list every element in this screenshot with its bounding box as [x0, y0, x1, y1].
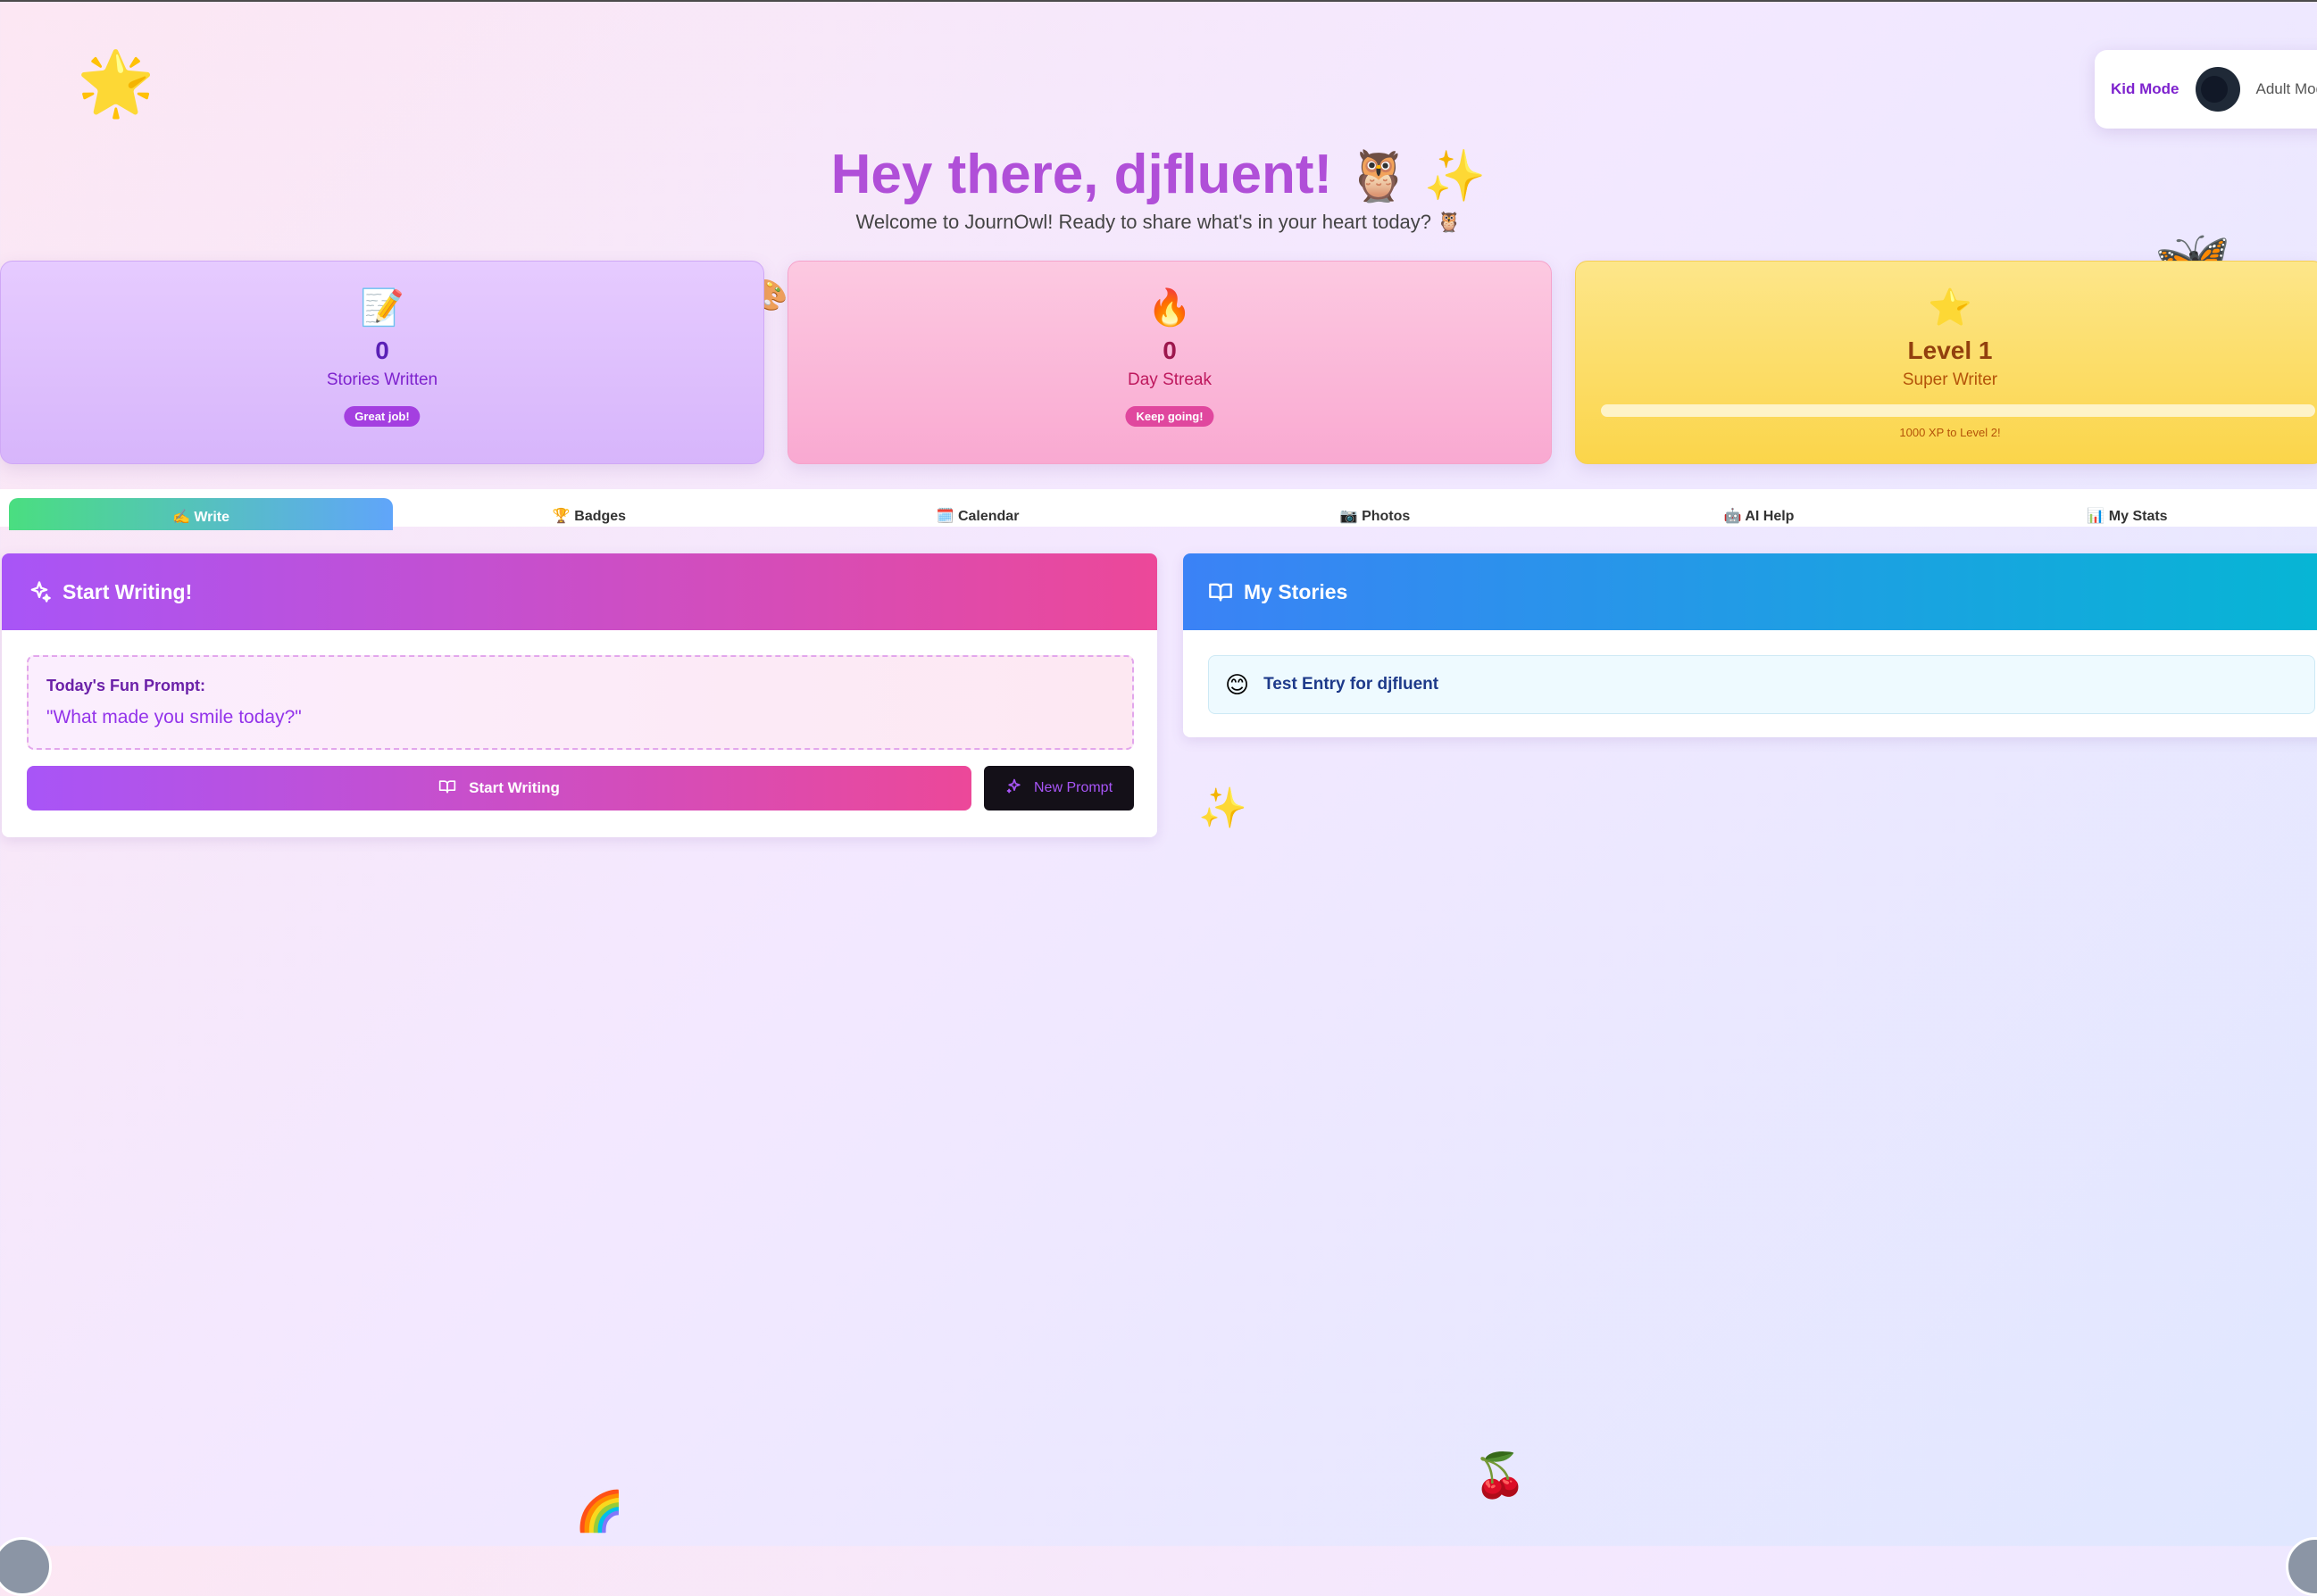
main-tabs: ✍️ Write 🏆 Badges 🗓️ Calendar 📷 Photos 🤖… [0, 489, 2317, 527]
greeting-emojis: 🦉 ✨ [1347, 147, 1486, 204]
my-stories-header: My Stories [1183, 553, 2317, 630]
sparkles-decoration: ✨ [1198, 789, 1247, 828]
stories-written-card: 📝 0 Stories Written Great job! [0, 261, 764, 464]
stories-badge: Great job! [344, 406, 420, 427]
xp-progress-bar [1601, 404, 2315, 417]
switch-knob [2201, 76, 2228, 103]
start-writing-panel: Start Writing! Today's Fun Prompt: "What… [2, 553, 1157, 837]
book-open-icon [1208, 579, 1233, 604]
tab-my-stats[interactable]: 📊 My Stats [1938, 498, 2317, 530]
tab-photos[interactable]: 📷 Photos [1170, 498, 1580, 530]
greeting-heading: Hey there, djfluent! 🦉 ✨ [0, 143, 2317, 206]
level-value: Level 1 [1576, 337, 2317, 365]
start-writing-header: Start Writing! [2, 553, 1157, 630]
wand-sparkles-icon [1005, 777, 1023, 800]
book-open-icon [438, 777, 456, 800]
start-writing-button[interactable]: Start Writing [27, 766, 971, 810]
new-prompt-button[interactable]: New Prompt [984, 766, 1134, 810]
memo-icon: 📝 [1, 287, 763, 328]
level-card: ⭐ Level 1 Super Writer 1000 XP to Level … [1575, 261, 2317, 464]
daily-prompt-box: Today's Fun Prompt: "What made you smile… [27, 655, 1134, 750]
adult-mode-label[interactable]: Adult Mode [2256, 80, 2317, 98]
prompt-label: Today's Fun Prompt: [46, 677, 205, 695]
tab-calendar[interactable]: 🗓️ Calendar [786, 498, 1170, 530]
mode-switch[interactable] [2196, 67, 2240, 112]
my-stories-title: My Stories [1244, 580, 1347, 604]
mode-toggle[interactable]: Kid Mode Adult Mode [2095, 50, 2317, 129]
star-icon: ⭐ [1576, 287, 2317, 328]
smiley-icon: 😊 [1225, 671, 1249, 699]
prompt-text: "What made you smile today?" [46, 707, 302, 728]
tab-write[interactable]: ✍️ Write [9, 498, 393, 530]
tab-badges[interactable]: 🏆 Badges [393, 498, 786, 530]
streak-badge: Keep going! [1125, 406, 1213, 427]
story-title: Test Entry for djfluent [1263, 675, 1438, 694]
top-border [0, 0, 2317, 2]
cherry-decoration: 🍒 [1473, 1455, 1527, 1498]
star-decoration: 🌟 [77, 52, 154, 114]
level-title: Super Writer [1576, 370, 2317, 390]
start-writing-title: Start Writing! [63, 580, 192, 604]
streak-label: Day Streak [788, 370, 1551, 390]
fire-icon: 🔥 [788, 287, 1551, 328]
sparkles-icon [27, 579, 52, 604]
rainbow-decoration: 🌈 [575, 1492, 624, 1532]
story-list-item[interactable]: 😊 Test Entry for djfluent [1208, 655, 2315, 714]
greeting-text: Hey there, djfluent! [831, 144, 1333, 205]
welcome-subtitle: Welcome to JournOwl! Ready to share what… [0, 211, 2317, 234]
my-stories-panel: My Stories 😊 Test Entry for djfluent [1183, 553, 2317, 737]
stories-count: 0 [1, 337, 763, 365]
new-prompt-button-label: New Prompt [1034, 780, 1113, 796]
tab-ai-help[interactable]: 🤖 AI Help [1580, 498, 1938, 530]
kid-mode-label[interactable]: Kid Mode [2111, 80, 2179, 98]
stories-label: Stories Written [1, 370, 763, 390]
streak-count: 0 [788, 337, 1551, 365]
start-writing-button-label: Start Writing [469, 779, 560, 797]
day-streak-card: 🔥 0 Day Streak Keep going! [788, 261, 1552, 464]
xp-remaining-text: 1000 XP to Level 2! [1576, 426, 2317, 439]
